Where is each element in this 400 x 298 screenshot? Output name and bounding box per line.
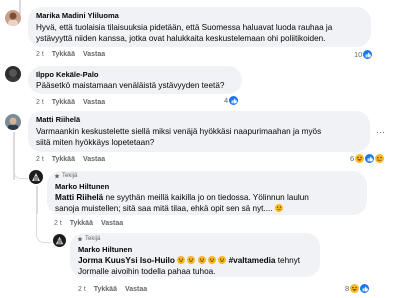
laugh-emoji-icon [177,256,186,264]
avatar[interactable] [5,66,21,82]
sad-emoji-icon [375,154,385,163]
comment-author[interactable]: Marika Madini Yliluoma [36,11,119,21]
comment-time[interactable]: 2 t [36,156,44,163]
emoji-icon [274,204,283,212]
reply-button[interactable]: Vastaa [125,286,147,293]
comment-bubble: Tekijä Marko Hiltunen Matti Riihelä ne s… [47,171,367,215]
avatar[interactable] [53,234,66,247]
like-button[interactable]: Tykkää [94,286,117,293]
comment-text: Matti Riihelä ne syythän meillä kaikilla… [55,193,309,213]
reaction-count[interactable]: 4 [224,96,239,105]
like-button[interactable]: Tykkää [70,220,93,227]
comment-actions: 2 t Tykkää Vastaa [78,286,153,293]
avatar[interactable] [5,114,21,130]
reaction-count[interactable]: 10 [354,50,373,59]
like-button[interactable]: Tykkää [52,156,75,163]
laugh-emoji-icon [218,256,227,264]
like-icon [229,96,239,105]
reaction-count[interactable]: 8 [345,284,370,293]
mention-link[interactable]: Jorma KuusYsi Iso-Huilo [78,256,175,265]
comment-actions: 2 t Tykkää Vastaa [36,99,111,106]
laugh-emoji-icon [208,256,217,264]
reply-button[interactable]: Vastaa [83,156,105,163]
author-badge-icon [77,236,83,242]
comment-text: Jorma KuusYsi Iso-Huilo #valtamedia tehn… [78,256,301,276]
like-button[interactable]: Tykkää [52,51,75,58]
thread-line [19,0,21,14]
author-badge-icon [54,173,60,179]
like-icon [360,284,370,293]
comment-text: Hyvä, että tuolaisia tilaisuuksia pidetä… [36,23,333,43]
comment-time[interactable]: 2 t [36,99,44,106]
laugh-emoji-icon [350,284,360,293]
reply-button[interactable]: Vastaa [83,51,105,58]
reply-connector [36,212,51,243]
laugh-emoji-icon [355,154,365,163]
comment-bubble: Tekijä Marko Hiltunen Jorma KuusYsi Iso-… [70,233,320,277]
author-badge: Tekijä [77,236,100,242]
comment-actions: 2 t Tykkää Vastaa [36,51,111,58]
comment-author[interactable]: Marko Hiltunen [55,182,109,192]
laugh-emoji-icon [187,256,196,264]
comment-text: Pääsetkö maistamaan venäläistä ystävyyde… [36,81,225,90]
avatar[interactable] [29,170,43,184]
author-badge: Tekijä [54,173,77,179]
comment-bubble: Marika Madini Yliluoma Hyvä, että tuolai… [28,7,371,47]
comment-bubble: Matti Riihelä Varmaankin keskustelette s… [28,111,370,152]
comment-author[interactable]: Marko Hiltunen [78,245,132,255]
reply-button[interactable]: Vastaa [83,99,105,106]
reply-connector [13,150,28,179]
more-options-icon[interactable]: ⋯ [376,127,385,138]
avatar[interactable] [5,10,21,26]
like-icon [365,154,375,163]
hashtag-link[interactable]: #valtamedia [229,256,276,265]
thread-line [36,186,38,214]
comment-time[interactable]: 2 t [54,220,62,227]
comment-actions: 2 t Tykkää Vastaa [54,220,129,227]
comment-time[interactable]: 2 t [78,286,86,293]
comment-time[interactable]: 2 t [36,51,44,58]
laugh-emoji-icon [197,256,206,264]
reply-button[interactable]: Vastaa [101,220,123,227]
laugh-emoji-row [177,256,228,265]
comment-author[interactable]: Ilppo Kekäle-Palo [36,70,99,80]
reaction-count[interactable]: 6 [350,154,385,163]
like-icon [363,50,373,59]
comment-actions: 2 t Tykkää Vastaa [36,156,111,163]
mention-link[interactable]: Matti Riihelä [55,193,103,202]
comment-text: Varmaankin keskustelette siellä miksi ve… [36,127,322,147]
comment-bubble: Ilppo Kekäle-Palo Pääsetkö maistamaan ve… [28,66,242,94]
like-button[interactable]: Tykkää [52,99,75,106]
comment-author[interactable]: Matti Riihelä [36,115,80,125]
